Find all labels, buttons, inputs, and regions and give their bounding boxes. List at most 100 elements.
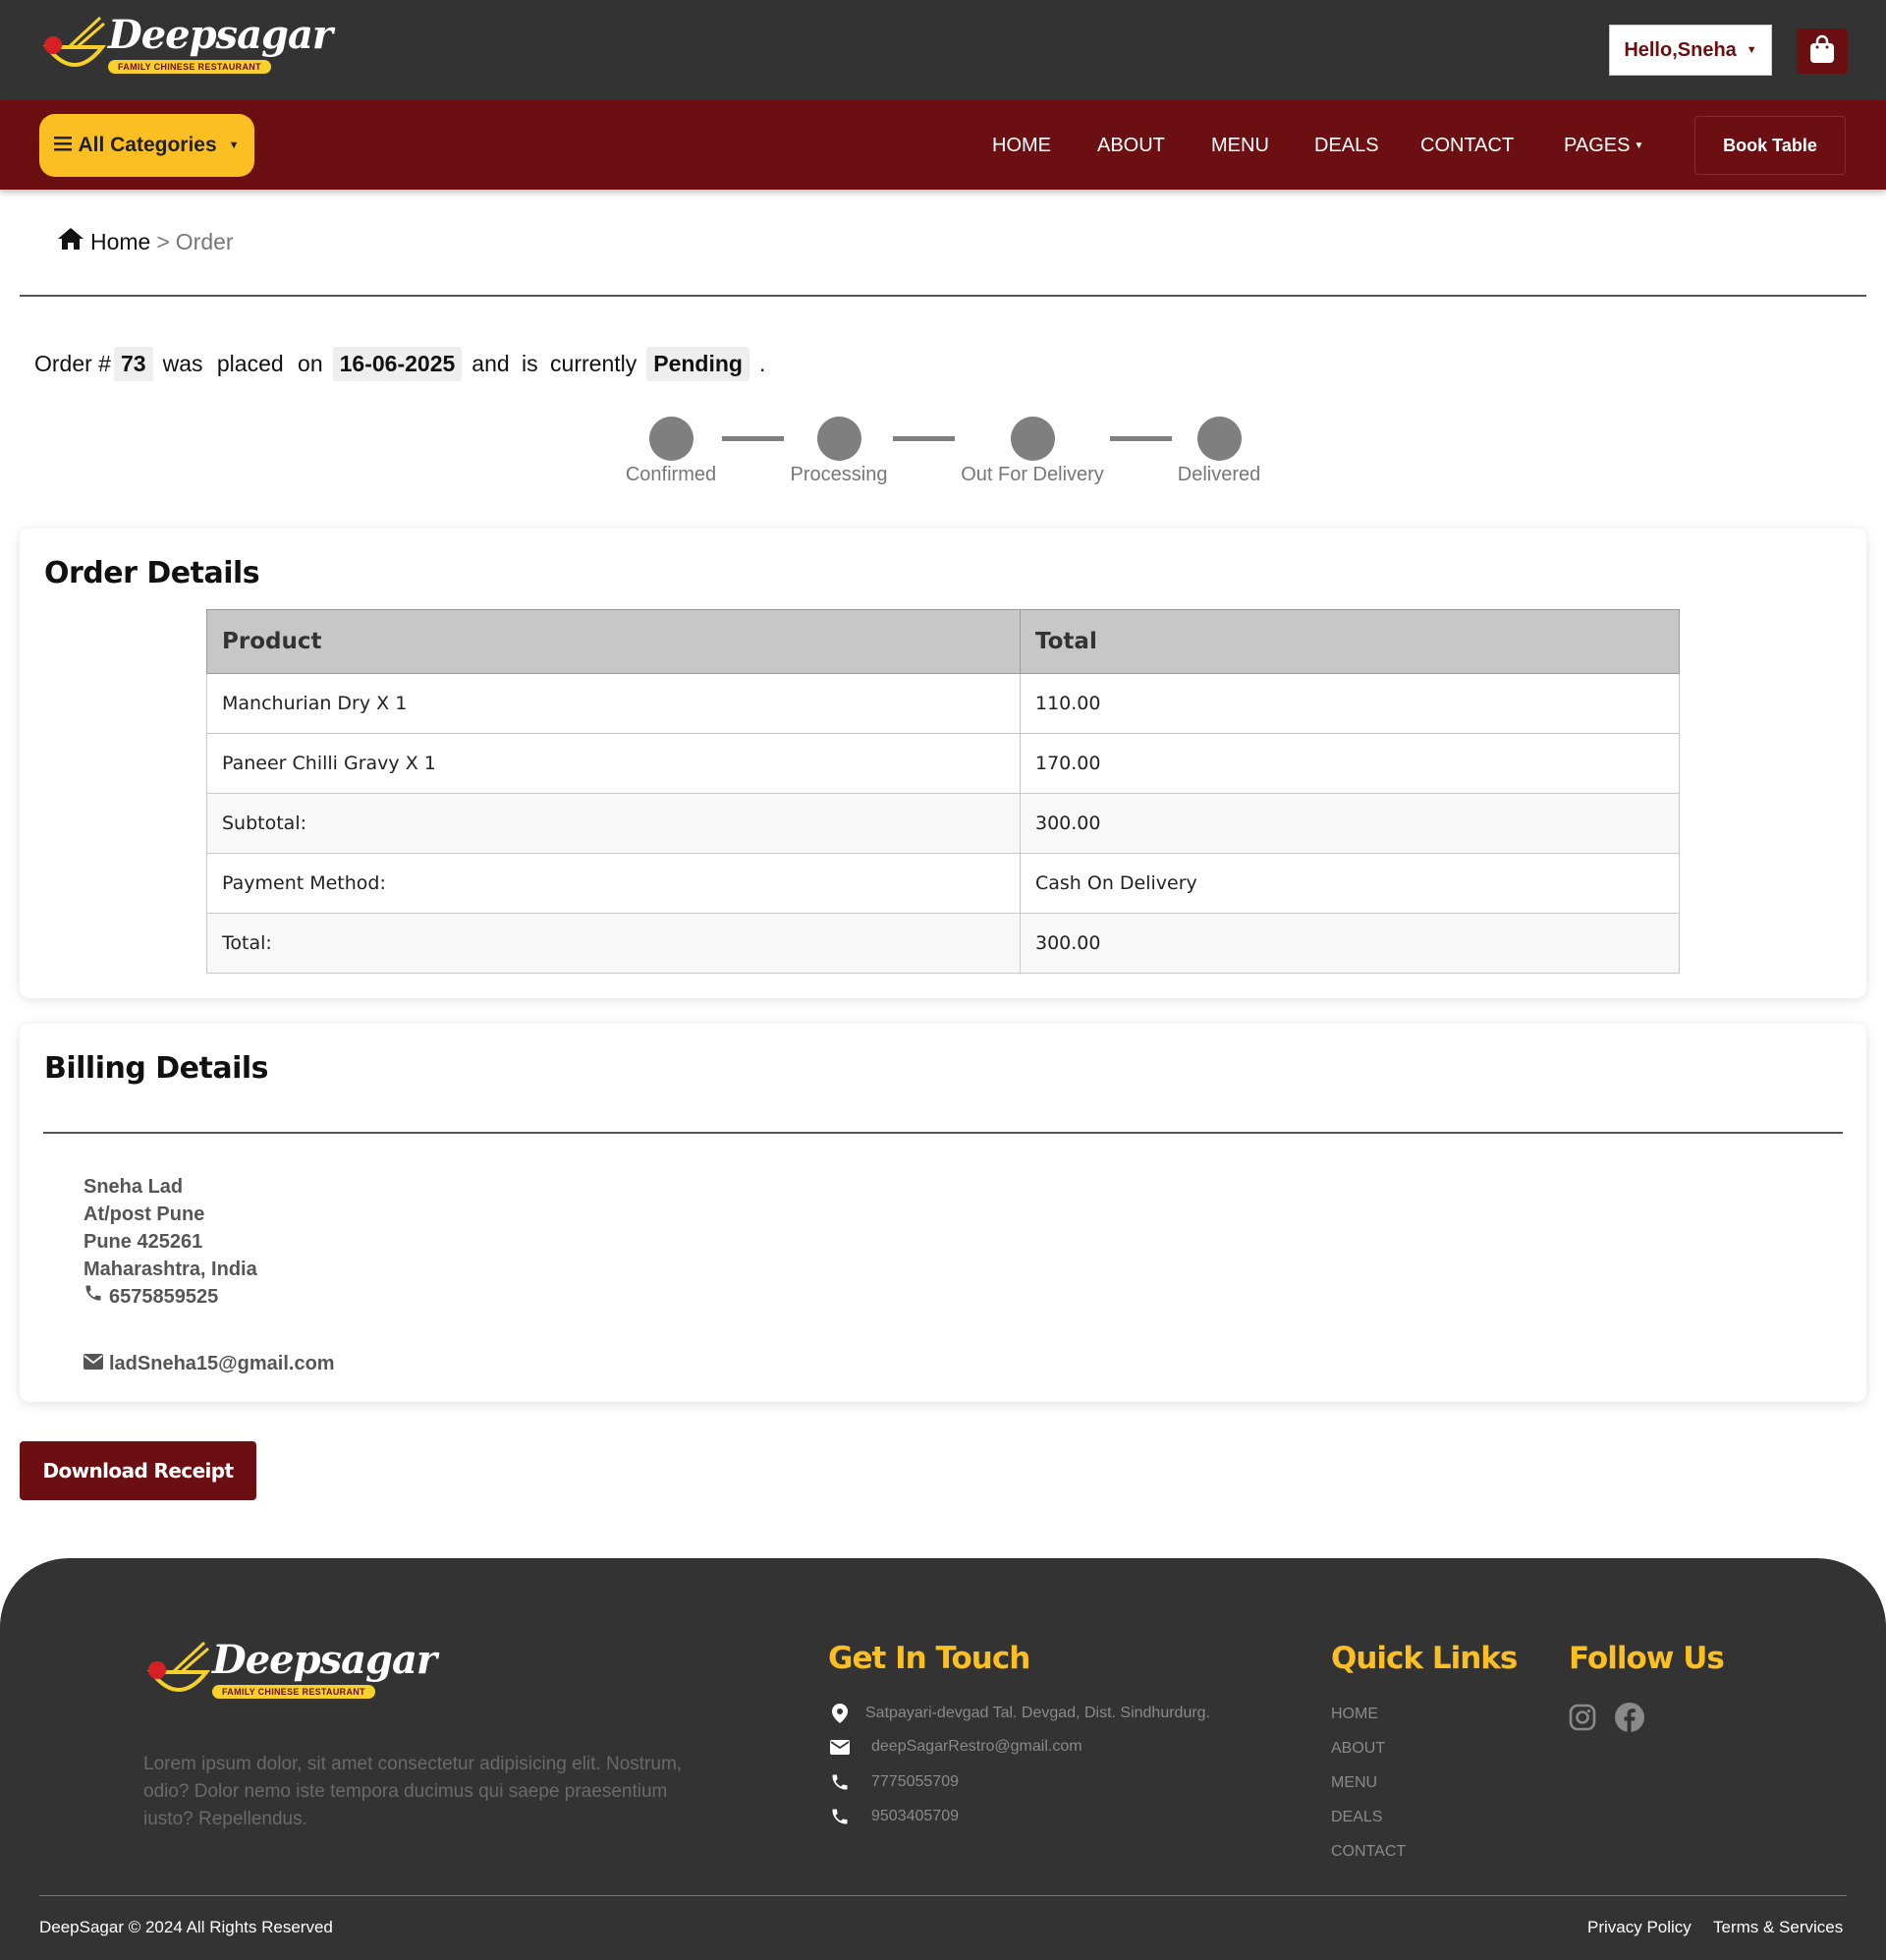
billing-details-title: Billing Details xyxy=(44,1051,269,1086)
cell-value: 300.00 xyxy=(1020,793,1680,854)
map-pin-icon xyxy=(828,1704,852,1723)
table-row-subtotal: Subtotal: 300.00 xyxy=(206,793,1680,854)
envelope-icon xyxy=(828,1739,852,1755)
billing-phone: 6575859525 xyxy=(109,1286,219,1308)
caret-down-icon: ▼ xyxy=(1746,44,1757,56)
footer-address: Satpayari-devgad Tal. Devgad, Dist. Sind… xyxy=(828,1704,1210,1723)
footer-link-home[interactable]: HOME xyxy=(1331,1706,1378,1723)
logo-text: Deepsagar xyxy=(108,12,333,58)
billing-address-line3: Maharashtra, India xyxy=(83,1259,257,1280)
nav-menu[interactable]: MENU xyxy=(1211,134,1269,157)
footer-phone-1[interactable]: 7775055709 xyxy=(828,1772,959,1792)
cell-label: Payment Method: xyxy=(206,853,1021,914)
divider xyxy=(43,1132,1843,1134)
order-details-card: Order Details Product Total Manchurian D… xyxy=(20,529,1866,998)
site-logo[interactable]: Deepsagar FAMILY CHINESE RESTAURANT xyxy=(39,12,333,83)
step-dot-delivered xyxy=(1197,417,1242,461)
status-period: . xyxy=(758,350,766,376)
step-label-confirmed: Confirmed xyxy=(625,464,717,485)
billing-address: Sneha Lad At/post Pune Pune 425261 Mahar… xyxy=(83,1173,335,1377)
step-dot-out-for-delivery xyxy=(1011,417,1055,461)
step-connector xyxy=(1110,436,1172,441)
order-table: Product Total Manchurian Dry X 1 110.00 … xyxy=(206,609,1680,974)
billing-address-line1: At/post Pune xyxy=(83,1204,205,1225)
nav-home[interactable]: HOME xyxy=(992,134,1051,157)
facebook-icon[interactable] xyxy=(1615,1703,1644,1737)
cell-total: 110.00 xyxy=(1020,673,1680,734)
step-dot-processing xyxy=(817,417,861,461)
cart-button[interactable] xyxy=(1797,28,1848,74)
step-label-delivered: Delivered xyxy=(1177,464,1261,485)
categories-label: All Categories xyxy=(78,134,217,156)
placed-text: was placed on xyxy=(162,350,323,376)
billing-email: ladSneha15@gmail.com xyxy=(109,1353,335,1374)
step-dot-confirmed xyxy=(649,417,693,461)
currently-text: and is currently xyxy=(472,350,638,376)
table-row: Manchurian Dry X 1 110.00 xyxy=(206,673,1680,734)
footer-link-menu[interactable]: MENU xyxy=(1331,1774,1377,1792)
main-navbar: All Categories ▼ HOME ABOUT MENU DEALS C… xyxy=(0,100,1886,190)
user-menu-button[interactable]: Hello,Sneha ▼ xyxy=(1609,25,1772,76)
terms-link[interactable]: Terms & Services xyxy=(1713,1918,1843,1937)
footer-divider xyxy=(39,1895,1847,1896)
step-label-out-for-delivery: Out For Delivery xyxy=(961,464,1104,485)
footer-logo[interactable]: Deepsagar FAMILY CHINESE RESTAURANT xyxy=(143,1637,437,1708)
nav-contact[interactable]: CONTACT xyxy=(1420,134,1514,157)
footer-logo-text: Deepsagar xyxy=(212,1637,437,1683)
get-in-touch-heading: Get In Touch xyxy=(828,1641,1030,1676)
step-connector xyxy=(722,436,784,441)
table-row-payment: Payment Method: Cash On Delivery xyxy=(206,853,1680,914)
table-row-total: Total: 300.00 xyxy=(206,913,1680,974)
bowl-logo-icon xyxy=(143,1639,212,1708)
hamburger-icon xyxy=(54,134,73,157)
column-header-product: Product xyxy=(206,609,1021,674)
follow-us-heading: Follow Us xyxy=(1569,1641,1725,1676)
phone-icon xyxy=(828,1807,852,1826)
nav-pages[interactable]: PAGES ▼ xyxy=(1564,134,1643,158)
bowl-logo-icon xyxy=(39,14,108,83)
footer-logo-tagline: FAMILY CHINESE RESTAURANT xyxy=(212,1685,375,1699)
breadcrumb-separator: > xyxy=(156,228,170,254)
instagram-icon[interactable] xyxy=(1569,1704,1596,1736)
all-categories-button[interactable]: All Categories ▼ xyxy=(39,114,254,177)
cell-product: Paneer Chilli Gravy X 1 xyxy=(206,733,1021,794)
cell-label: Total: xyxy=(206,913,1021,974)
divider xyxy=(20,295,1866,297)
footer-email-text: deepSagarRestro@gmail.com xyxy=(871,1738,1082,1755)
table-row: Paneer Chilli Gravy X 1 170.00 xyxy=(206,733,1680,794)
home-icon xyxy=(57,227,84,256)
footer-link-about[interactable]: ABOUT xyxy=(1331,1740,1385,1758)
privacy-policy-link[interactable]: Privacy Policy xyxy=(1587,1918,1692,1937)
billing-address-line2: Pune 425261 xyxy=(83,1231,203,1253)
cell-total: 170.00 xyxy=(1020,733,1680,794)
footer-email[interactable]: deepSagarRestro@gmail.com xyxy=(828,1738,1082,1756)
footer-phone-2-text: 9503405709 xyxy=(871,1808,959,1824)
nav-pages-label: PAGES xyxy=(1564,135,1631,156)
caret-down-icon: ▼ xyxy=(1634,140,1644,151)
order-date: 16-06-2025 xyxy=(332,346,463,381)
billing-name: Sneha Lad xyxy=(83,1176,184,1198)
cell-value: Cash On Delivery xyxy=(1020,853,1680,914)
breadcrumb-current: Order xyxy=(175,228,234,254)
footer-link-deals[interactable]: DEALS xyxy=(1331,1809,1382,1826)
nav-about[interactable]: ABOUT xyxy=(1097,134,1165,157)
breadcrumb: Home > Order xyxy=(57,226,234,257)
shopping-bag-icon xyxy=(1808,34,1836,69)
book-table-button[interactable]: Book Table xyxy=(1694,116,1846,175)
footer-about-text: Lorem ipsum dolor, sit amet consectetur … xyxy=(143,1754,683,1829)
nav-deals[interactable]: DEALS xyxy=(1314,134,1379,157)
order-details-title: Order Details xyxy=(44,556,260,590)
footer-link-contact[interactable]: CONTACT xyxy=(1331,1843,1406,1861)
footer-address-text: Satpayari-devgad Tal. Devgad, Dist. Sind… xyxy=(865,1705,1211,1721)
order-status-badge: Pending xyxy=(646,346,749,381)
user-greeting: Hello,Sneha xyxy=(1624,38,1737,61)
cell-label: Subtotal: xyxy=(206,793,1021,854)
step-label-processing: Processing xyxy=(790,464,888,485)
envelope-icon xyxy=(83,1350,103,1377)
footer-phone-2[interactable]: 9503405709 xyxy=(828,1807,959,1826)
breadcrumb-home[interactable]: Home xyxy=(90,229,150,255)
phone-icon xyxy=(828,1772,852,1792)
download-receipt-button[interactable]: Download Receipt xyxy=(20,1441,256,1500)
order-status-summary: Order # 73 was placed on 16-06-2025 and … xyxy=(34,344,765,383)
top-header: Deepsagar FAMILY CHINESE RESTAURANT Hell… xyxy=(0,0,1886,100)
